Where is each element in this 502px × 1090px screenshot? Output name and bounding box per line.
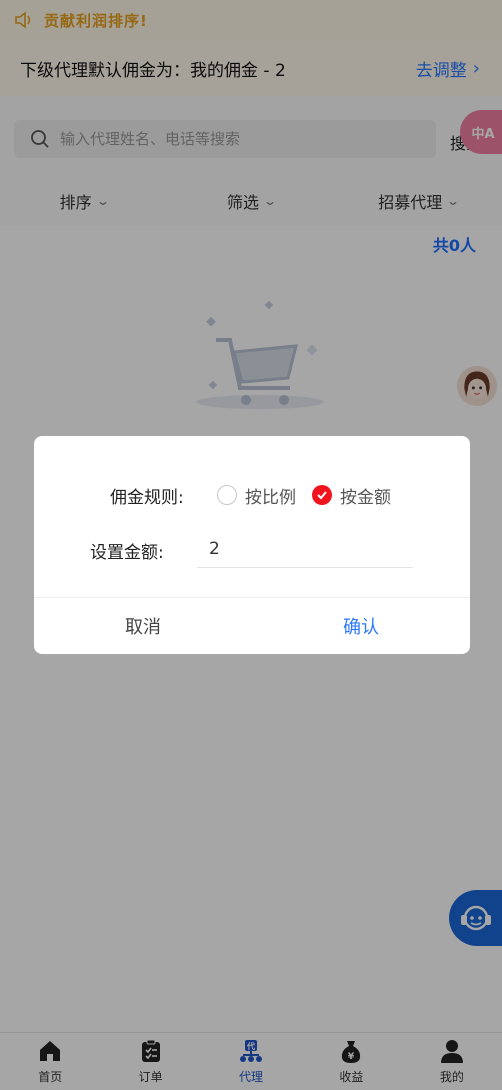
radio-by-amount[interactable]: 按金额 bbox=[312, 483, 391, 508]
amount-input[interactable] bbox=[197, 530, 413, 568]
radio-unchecked-icon bbox=[217, 485, 237, 505]
radio-label: 按比例 bbox=[245, 487, 296, 508]
radio-by-ratio[interactable]: 按比例 bbox=[217, 483, 296, 508]
commission-rule-row: 佣金规则: 按比例 按金额 bbox=[34, 480, 470, 510]
cancel-button[interactable]: 取消 bbox=[34, 598, 252, 654]
commission-rule-label: 佣金规则: bbox=[110, 487, 184, 508]
radio-checked-icon bbox=[312, 485, 332, 505]
commission-rule-dialog: 佣金规则: 按比例 按金额 设置金额: 取消 确认 bbox=[34, 436, 470, 654]
amount-label: 设置金额: bbox=[90, 543, 164, 563]
confirm-button[interactable]: 确认 bbox=[252, 598, 470, 654]
radio-label: 按金额 bbox=[340, 487, 391, 508]
amount-row: 设置金额: bbox=[34, 530, 470, 570]
dialog-footer: 取消 确认 bbox=[34, 597, 470, 654]
